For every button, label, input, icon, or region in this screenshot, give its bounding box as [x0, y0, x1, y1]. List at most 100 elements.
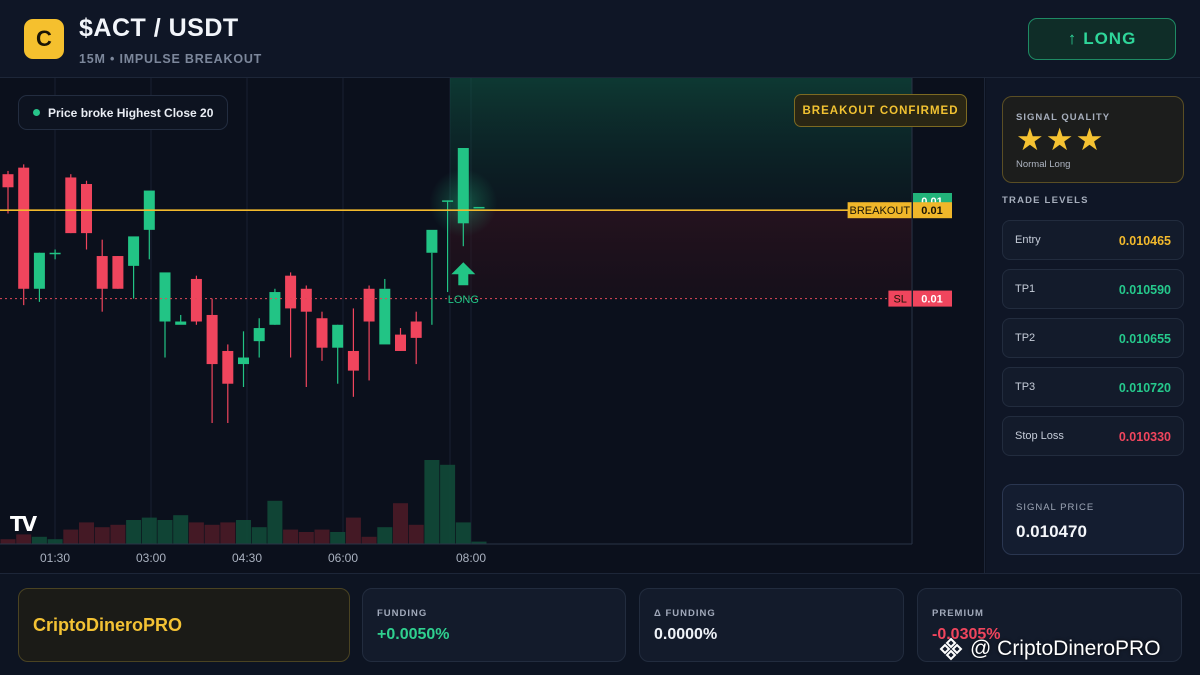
candle	[2, 174, 14, 188]
signal-panel: SIGNAL QUALITY ★★★ Normal Long TRADE LEV…	[986, 78, 1200, 573]
candle	[112, 256, 124, 289]
candle	[49, 252, 61, 255]
candle	[253, 328, 265, 342]
volume-bar	[79, 522, 94, 544]
signal-price-value: 0.010470	[1016, 522, 1087, 541]
sl-tag-label: SL	[893, 294, 906, 306]
long-marker-label: LONG	[448, 294, 479, 306]
volume-bar	[173, 515, 189, 544]
star-rating-icon: ★★★	[1016, 122, 1106, 157]
volume-bar	[110, 524, 126, 544]
funding-card: FUNDING +0.0050%	[362, 588, 626, 662]
volume-bar	[440, 464, 456, 544]
time-axis-label: 01:30	[40, 551, 70, 565]
time-axis-label: 04:30	[232, 551, 262, 565]
volume-bar	[345, 517, 361, 544]
binance-logo-icon	[939, 637, 963, 661]
long-button[interactable]: ↑ LONG	[1028, 18, 1176, 60]
candle	[175, 321, 187, 325]
delta-funding-card: Δ FUNDING 0.0000%	[639, 588, 904, 662]
candle	[316, 318, 328, 348]
trade-level-value: 0.010590	[1118, 283, 1171, 297]
candle	[363, 288, 375, 322]
volume-bar	[361, 536, 377, 544]
volume-bar	[377, 527, 393, 544]
status-dot-icon	[33, 109, 40, 116]
candle	[81, 184, 92, 234]
trade-level-value: 0.010720	[1118, 381, 1171, 395]
candle	[410, 321, 422, 338]
volume-bar	[424, 460, 440, 544]
watermark-text: @ CriptoDineroPRO	[970, 637, 1161, 660]
candle	[395, 334, 406, 351]
price-chart[interactable]: LONG 0.01 BREAKOUT 0.01 SL 0.01 01:30 03:00 04:3…	[0, 78, 985, 573]
breakout-tag-value: 0.01	[921, 205, 942, 217]
candle	[332, 324, 344, 348]
trade-level-value: 0.010655	[1118, 332, 1171, 346]
timeframe-subtitle: 15M • IMPULSE BREAKOUT	[79, 52, 263, 66]
watermark: @ CriptoDineroPRO	[938, 634, 1161, 664]
candle	[128, 236, 140, 266]
volume-bar	[63, 529, 79, 544]
volume-bar	[267, 500, 283, 544]
trade-level-name: TP3	[1015, 381, 1036, 393]
volume-bar	[455, 522, 471, 544]
arrow-up-icon: ↑	[1067, 29, 1078, 48]
volume-bar	[126, 520, 142, 544]
coin-logo-icon: C	[24, 19, 64, 59]
volume-bar	[251, 527, 267, 544]
signal-price-card: SIGNAL PRICE 0.010470	[1002, 484, 1184, 555]
breakout-info-badge: Price broke Highest Close 20	[18, 95, 229, 130]
brand-name: CriptoDineroPRO	[33, 615, 183, 635]
signal-quality-desc: Normal Long	[1016, 159, 1071, 170]
candle	[238, 357, 249, 365]
volume-bar	[393, 503, 408, 544]
trade-level-row: Stop Loss 0.010330	[1002, 416, 1184, 456]
premium-label: PREMIUM	[932, 608, 984, 619]
volume-bar	[314, 529, 330, 544]
breakout-info-text: Price broke Highest Close 20	[48, 105, 214, 120]
volume-bar	[0, 539, 16, 544]
candle	[285, 275, 297, 309]
time-axis-label: 03:00	[136, 551, 166, 565]
volume-bar	[47, 539, 63, 544]
breakout-confirmed-badge: BREAKOUT CONFIRMED	[794, 94, 967, 127]
trade-level-value: 0.010465	[1118, 234, 1171, 248]
funding-label: FUNDING	[377, 608, 428, 619]
trade-level-name: Stop Loss	[1015, 430, 1064, 442]
volume-bar	[31, 536, 47, 544]
tradingview-logo-icon[interactable]: TV	[10, 512, 37, 536]
volume-bar	[283, 529, 299, 544]
trade-level-row: TP3 0.010720	[1002, 367, 1184, 407]
candle	[190, 278, 202, 322]
signal-quality-card: SIGNAL QUALITY ★★★ Normal Long	[1002, 96, 1184, 183]
candle	[159, 272, 171, 322]
delta-funding-label: Δ FUNDING	[654, 608, 716, 619]
candle	[347, 350, 359, 371]
volume-bar	[220, 522, 236, 544]
volume-bar	[204, 524, 220, 544]
signal-price-label: SIGNAL PRICE	[1016, 502, 1095, 513]
candle	[65, 177, 77, 234]
brand-card: CriptoDineroPRO	[18, 588, 350, 662]
candle	[426, 229, 438, 253]
trade-level-row: TP2 0.010655	[1002, 318, 1184, 358]
candle	[96, 256, 108, 289]
funding-value: +0.0050%	[377, 626, 450, 643]
risk-zone	[450, 210, 912, 299]
volume-bar	[330, 532, 346, 544]
candle	[222, 350, 234, 384]
volume-bar	[298, 532, 314, 544]
trade-level-row: TP1 0.010590	[1002, 269, 1184, 309]
trade-level-name: Entry	[1015, 234, 1041, 246]
time-axis-label: 06:00	[328, 551, 358, 565]
volume-bar	[408, 524, 424, 544]
candle	[18, 167, 30, 289]
candlestick-chart[interactable]: LONG0.01BREAKOUT 0.01SL 0.0101:30 03:00 04:3…	[0, 78, 985, 573]
candle	[269, 292, 281, 325]
trade-level-value: 0.010330	[1118, 430, 1171, 444]
candle	[379, 288, 391, 345]
pair-title: $ACT / USDT	[79, 14, 239, 42]
long-button-label: LONG	[1083, 29, 1137, 48]
volume-bar	[157, 520, 173, 544]
